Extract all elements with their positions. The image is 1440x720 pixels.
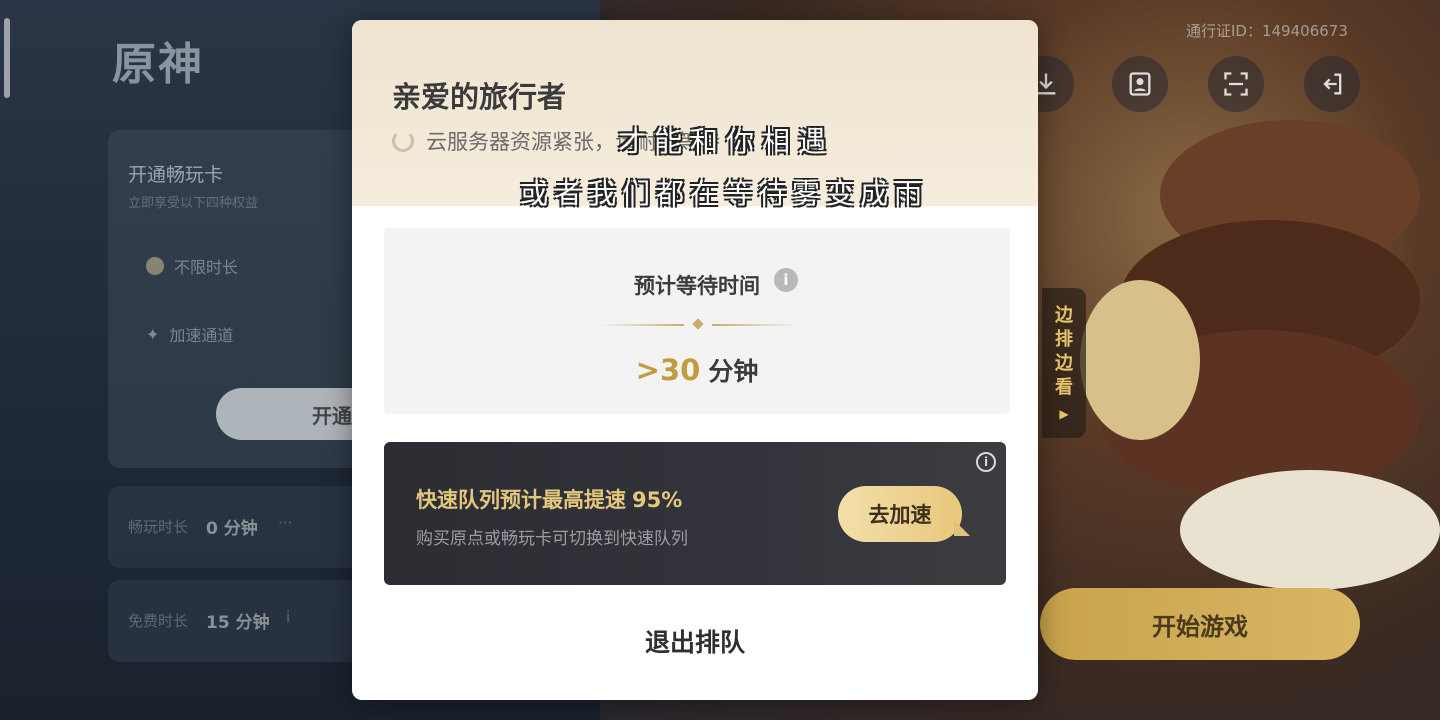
loading-spinner-icon [392, 130, 414, 152]
pass-title: 开通畅玩卡 [128, 164, 224, 186]
exit-queue-button[interactable]: 退出排队 [352, 616, 1038, 666]
pass-card: 开通畅玩卡 立即享受以下四种权益 不限时长 ✦ 加速通道 开通 [108, 130, 416, 468]
lyric-line-2: 或者我们都在等待雾变成雨 [520, 177, 929, 210]
wait-time-panel: 预计等待时间 i >30 分钟 [384, 228, 1010, 414]
info-icon[interactable]: i [774, 268, 798, 292]
exit-icon[interactable] [1304, 56, 1360, 112]
benefit-label: 不限时长 [174, 258, 239, 277]
benefit-unlimited: 不限时长 [146, 254, 238, 278]
info-icon[interactable]: i [976, 452, 996, 472]
play-time-label: 畅玩时长 [128, 518, 189, 536]
free-time-label: 免费时长 [128, 612, 189, 630]
sparkle-icon: ✦ [146, 324, 160, 344]
scan-icon[interactable] [1208, 56, 1264, 112]
ornament-divider [598, 318, 798, 330]
more-icon[interactable]: ··· [278, 514, 292, 532]
uid-label: 通行证ID：149406673 [1186, 22, 1348, 40]
benefit-fast-lane: ✦ 加速通道 [146, 322, 233, 346]
wait-time-value: >30 分钟 [384, 352, 1010, 388]
lyric-line-1: 才能和你相遇 [618, 125, 835, 158]
speed-up-button[interactable]: 去加速 [838, 486, 970, 542]
play-arrow-icon: ▶ [1059, 407, 1069, 421]
fast-queue-panel: i 快速队列预计最高提速 95% 购买原点或畅玩卡可切换到快速队列 去加速 [384, 442, 1006, 585]
watch-while-queue-tab[interactable]: 边 排 边 看 ▶ [1042, 288, 1086, 438]
play-time-value: 0 分钟 [206, 519, 258, 539]
character-art [1080, 280, 1200, 440]
info-icon[interactable]: i [286, 608, 290, 626]
dialog-greeting: 亲爱的旅行者 [392, 80, 567, 114]
cake-art [1180, 470, 1440, 590]
profile-icon[interactable] [1112, 56, 1168, 112]
start-game-button[interactable]: 开始游戏 [1040, 588, 1360, 660]
fast-queue-title: 快速队列预计最高提速 95% [416, 484, 682, 514]
benefit-label: 加速通道 [169, 326, 234, 345]
free-time-value: 15 分钟 [206, 613, 270, 633]
wait-minutes: >30 [635, 353, 701, 387]
wait-unit: 分钟 [708, 357, 759, 386]
fast-queue-subtitle: 购买原点或畅玩卡可切换到快速队列 [416, 529, 688, 549]
side-tab-char: 看 [1055, 377, 1073, 398]
speedup-percent: 95% [632, 488, 683, 512]
free-time-card: 免费时长 15 分钟 i [108, 580, 388, 662]
wait-time-title: 预计等待时间 [634, 274, 760, 298]
side-tab-char: 排 [1055, 329, 1073, 350]
speed-up-label: 去加速 [868, 503, 932, 527]
play-time-card: 畅玩时长 0 分钟 ··· [108, 486, 388, 568]
scroll-handle[interactable] [4, 18, 10, 98]
side-tab-char: 边 [1055, 305, 1073, 326]
game-logo: 原神 [112, 39, 204, 90]
pass-subtitle: 立即享受以下四种权益 [128, 196, 259, 211]
side-tab-char: 边 [1055, 353, 1073, 374]
clock-icon [146, 257, 164, 275]
fast-queue-label: 快速队列预计最高提速 [416, 488, 626, 512]
